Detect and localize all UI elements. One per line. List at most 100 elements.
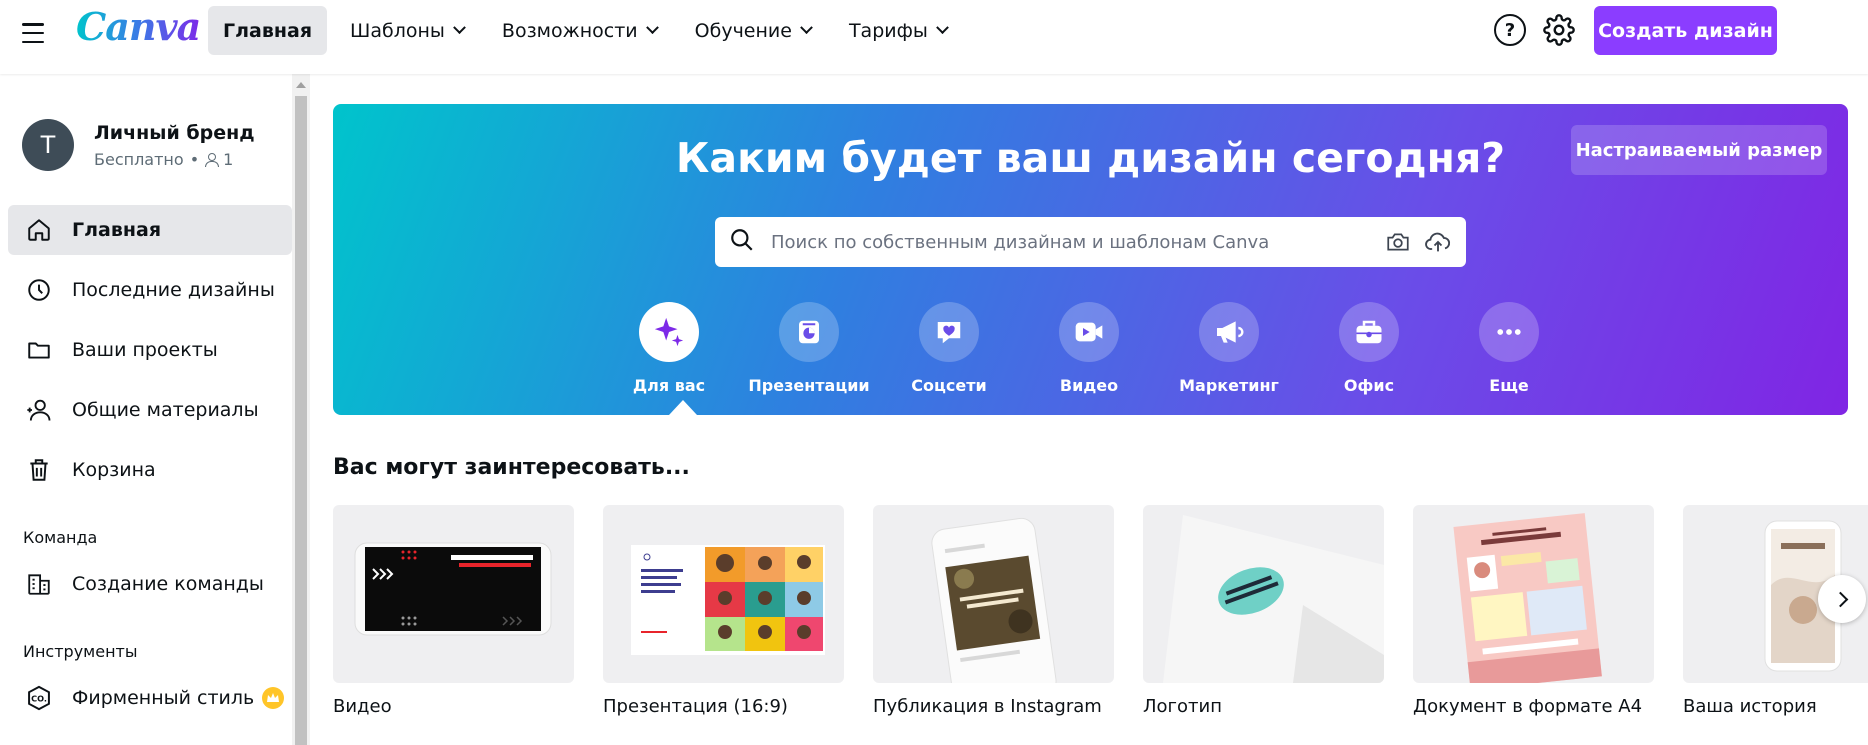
card-caption: Видео <box>333 696 392 717</box>
search-input[interactable] <box>771 231 1372 253</box>
search-icon <box>729 227 755 257</box>
nav-learn-label: Обучение <box>694 19 792 42</box>
sidebar-item-trash[interactable]: Корзина <box>8 445 292 495</box>
gear-icon[interactable] <box>1543 14 1575 46</box>
nav-features[interactable]: Возможности <box>487 6 672 55</box>
suggestion-card-logo[interactable]: Логотип <box>1143 505 1384 717</box>
chevron-down-icon <box>453 21 466 35</box>
carousel-next-button[interactable] <box>1818 575 1866 623</box>
section-team: Команда <box>23 528 98 547</box>
nav-learn[interactable]: Обучение <box>680 6 826 55</box>
person-icon <box>205 152 220 167</box>
sidebar: T Личный бренд Бесплатно • 1 Главная Пос… <box>0 74 292 745</box>
sidebar-item-brand-kit[interactable]: CO. Фирменный стиль <box>8 673 292 723</box>
card-thumbnail <box>603 505 844 683</box>
custom-size-button[interactable]: Настраиваемый размер <box>1571 125 1827 175</box>
sidebar-item-create-team[interactable]: Создание команды <box>8 559 292 609</box>
chevron-down-icon <box>645 21 659 35</box>
building-icon <box>24 569 54 599</box>
suggestion-card-video[interactable]: Видео <box>333 505 574 717</box>
active-category-pointer <box>669 400 697 415</box>
scrollbar-thumb[interactable] <box>295 96 307 745</box>
category-label: Для вас <box>632 376 706 395</box>
suggestion-card-a4-document[interactable]: Документ в формате A4 <box>1413 505 1654 717</box>
more-icon <box>1479 302 1539 362</box>
nav-features-label: Возможности <box>501 19 638 42</box>
svg-text:CO.: CO. <box>31 694 47 704</box>
section-tools: Инструменты <box>23 642 138 661</box>
sidebar-item-label: Фирменный стиль <box>72 687 255 709</box>
category-marketing[interactable]: Маркетинг <box>1164 302 1294 395</box>
sidebar-item-home[interactable]: Главная <box>8 205 292 255</box>
sidebar-item-projects[interactable]: Ваши проекты <box>8 325 292 375</box>
dot-separator: • <box>189 149 200 169</box>
video-icon <box>1059 302 1119 362</box>
nav-pricing[interactable]: Тарифы <box>834 6 962 55</box>
sidebar-item-recent[interactable]: Последние дизайны <box>8 265 292 315</box>
suggestion-card-presentation[interactable]: Презентация (16:9) <box>603 505 844 717</box>
crown-icon <box>262 687 284 709</box>
sidebar-item-label: Главная <box>72 219 162 241</box>
category-presentations[interactable]: Презентации <box>744 302 874 395</box>
megaphone-icon <box>1199 302 1259 362</box>
menu-icon[interactable] <box>20 20 46 46</box>
category-label: Маркетинг <box>1179 376 1279 395</box>
sidebar-scrollbar[interactable] <box>292 74 310 745</box>
card-thumbnail <box>873 505 1114 683</box>
category-label: Видео <box>1059 376 1119 395</box>
nav-templates[interactable]: Шаблоны <box>335 6 479 55</box>
sidebar-item-label: Ваши проекты <box>72 339 218 361</box>
sidebar-item-label: Общие материалы <box>72 399 259 421</box>
card-caption: Публикация в Instagram <box>873 696 1102 717</box>
category-more[interactable]: Еще <box>1444 302 1574 395</box>
chevron-down-icon <box>935 21 949 35</box>
heart-chat-icon <box>919 302 979 362</box>
profile-members: 1 <box>223 149 234 169</box>
sidebar-item-shared[interactable]: Общие материалы <box>8 385 292 435</box>
sidebar-item-label: Создание команды <box>72 573 264 595</box>
category-label: Соцсети <box>911 376 987 395</box>
sparkle-icon <box>639 302 699 362</box>
camera-icon[interactable] <box>1384 228 1412 256</box>
suggestions-carousel: Видео Презентация (16:9) Публикация в In… <box>333 505 1868 745</box>
profile-name: Личный бренд <box>94 121 255 144</box>
profile-plan: Бесплатно <box>94 149 184 169</box>
category-label: Офис <box>1343 376 1395 395</box>
home-icon <box>24 215 54 245</box>
people-icon <box>24 395 54 425</box>
hero-banner: Каким будет ваш дизайн сегодня? Настраив… <box>333 104 1848 415</box>
search-bar <box>715 217 1466 267</box>
scroll-up-icon[interactable] <box>296 82 306 88</box>
category-label: Презентации <box>748 376 870 395</box>
card-caption: Ваша история <box>1683 696 1817 717</box>
card-caption: Документ в формате A4 <box>1413 696 1643 717</box>
clock-icon <box>24 275 54 305</box>
create-design-button[interactable]: Создать дизайн <box>1594 6 1777 55</box>
card-caption: Презентация (16:9) <box>603 696 788 717</box>
category-social[interactable]: Соцсети <box>884 302 1014 395</box>
main-nav: Главная Шаблоны Возможности Обучение Тар… <box>208 6 962 55</box>
category-office[interactable]: Офис <box>1304 302 1434 395</box>
category-video[interactable]: Видео <box>1024 302 1154 395</box>
nav-templates-label: Шаблоны <box>350 19 445 42</box>
help-icon[interactable]: ? <box>1494 14 1526 46</box>
brand-kit-icon: CO. <box>24 683 54 713</box>
folder-icon <box>24 335 54 365</box>
suggestion-card-instagram-post[interactable]: Публикация в Instagram <box>873 505 1114 717</box>
card-thumbnail <box>1143 505 1384 683</box>
profile-switcher[interactable]: T Личный бренд Бесплатно • 1 <box>22 119 255 171</box>
category-for-you[interactable]: Для вас <box>604 302 734 395</box>
card-caption: Логотип <box>1143 696 1222 717</box>
profile-plan-row: Бесплатно • 1 <box>94 150 255 169</box>
top-bar: Canva Главная Шаблоны Возможности Обучен… <box>0 0 1868 74</box>
presentation-icon <box>779 302 839 362</box>
nav-home[interactable]: Главная <box>208 6 328 55</box>
sidebar-item-label: Корзина <box>72 459 156 481</box>
card-thumbnail <box>1413 505 1654 683</box>
avatar: T <box>22 119 74 171</box>
chevron-down-icon <box>800 21 813 35</box>
canva-logo[interactable]: Canva <box>76 4 201 49</box>
card-thumbnail <box>333 505 574 683</box>
category-label: Еще <box>1489 376 1529 395</box>
upload-cloud-icon[interactable] <box>1424 228 1452 256</box>
